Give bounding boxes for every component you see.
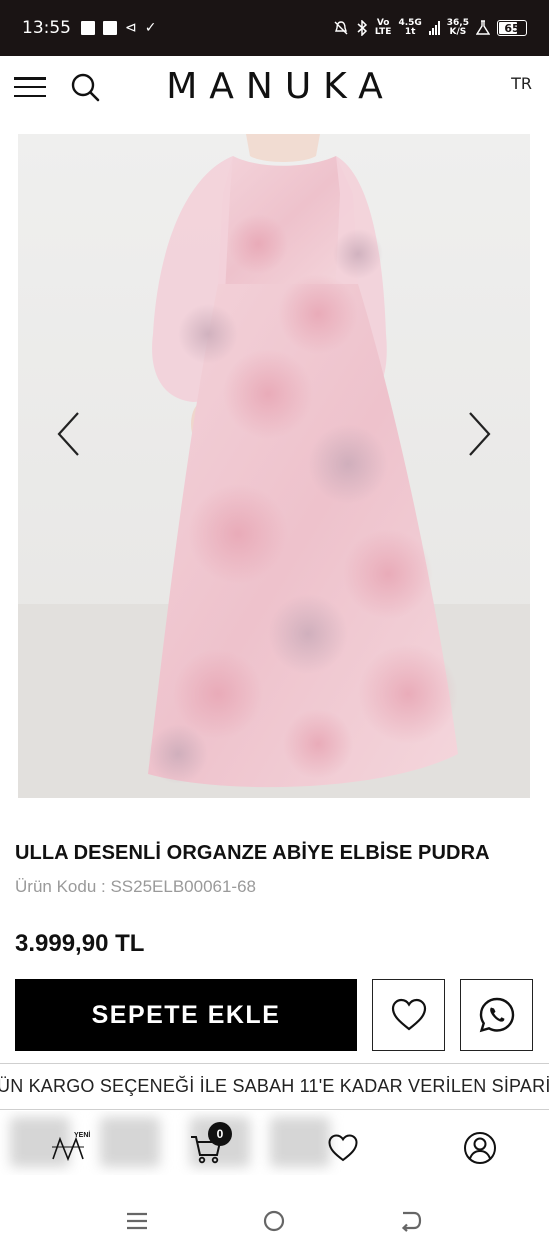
announcement-marquee: ÜN KARGO SEÇENEĞİ İLE SABAH 11'E KADAR V… xyxy=(0,1063,549,1110)
brand-logo[interactable]: MANUKA xyxy=(0,66,549,107)
home-button[interactable] xyxy=(259,1206,289,1236)
account-nav[interactable] xyxy=(460,1128,500,1168)
network-type-indicator: 4.5G 1t xyxy=(398,18,422,37)
navigation-icon: ⊲ xyxy=(125,20,137,36)
home-circle-icon xyxy=(263,1210,285,1232)
next-image-button[interactable] xyxy=(460,404,500,464)
chevron-left-icon xyxy=(57,412,79,456)
status-right: Vo LTE 4.5G 1t 36,5 K/S 65 xyxy=(333,19,527,37)
notification-icons: ⊲ ✓ xyxy=(81,20,156,36)
announcement-text: ÜN KARGO SEÇENEĞİ İLE SABAH 11'E KADAR V… xyxy=(0,1076,549,1096)
back-arrow-icon xyxy=(401,1211,422,1232)
cart-nav[interactable]: 0 xyxy=(186,1122,232,1168)
new-arrivals-nav[interactable]: YENİ xyxy=(40,1128,100,1168)
network-speed: 36,5 K/S xyxy=(446,18,469,37)
new-label: YENİ xyxy=(74,1132,91,1139)
user-account-icon xyxy=(464,1132,496,1164)
recent-apps-icon xyxy=(127,1212,147,1230)
back-button[interactable] xyxy=(396,1206,426,1236)
status-bar: 13:55 ⊲ ✓ Vo LTE 4.5G 1t 36,5 K/S 65 xyxy=(0,0,549,56)
previous-image-button[interactable] xyxy=(48,404,88,464)
product-image-gallery[interactable] xyxy=(18,134,530,798)
system-navigation-bar xyxy=(0,1192,549,1250)
bluetooth-icon xyxy=(357,20,367,36)
bottom-navigation: YENİ 0 xyxy=(0,1112,549,1182)
volte-indicator: Vo LTE xyxy=(374,18,392,37)
whatsapp-icon xyxy=(479,997,514,1033)
product-code: Ürün Kodu : SS25ELB00061-68 xyxy=(15,877,257,896)
download-done-icon: ✓ xyxy=(144,20,157,36)
notification-square-icon xyxy=(103,21,117,35)
add-to-cart-button[interactable]: SEPETE EKLE xyxy=(15,979,357,1051)
notification-square-icon xyxy=(81,21,95,35)
heart-icon xyxy=(328,1134,358,1162)
product-title: ULLA DESENLİ ORGANZE ABİYE ELBİSE PUDRA xyxy=(15,842,490,864)
product-image xyxy=(18,134,530,798)
chevron-right-icon xyxy=(469,412,491,456)
favorites-nav[interactable] xyxy=(323,1128,363,1168)
recent-apps-button[interactable] xyxy=(122,1206,152,1236)
add-to-favorites-button[interactable] xyxy=(372,979,445,1051)
status-time: 13:55 xyxy=(22,18,71,38)
language-selector[interactable]: TR xyxy=(511,74,532,93)
mute-icon xyxy=(334,21,348,35)
product-price: 3.999,90 TL xyxy=(15,930,145,957)
cart-count-badge: 0 xyxy=(208,1122,232,1146)
whatsapp-button[interactable] xyxy=(460,979,533,1051)
battery-icon: 65 xyxy=(497,20,527,36)
site-header: MANUKA TR xyxy=(0,56,549,118)
heart-icon xyxy=(391,998,426,1031)
lab-flask-icon xyxy=(476,20,490,35)
signal-icon xyxy=(428,21,440,35)
